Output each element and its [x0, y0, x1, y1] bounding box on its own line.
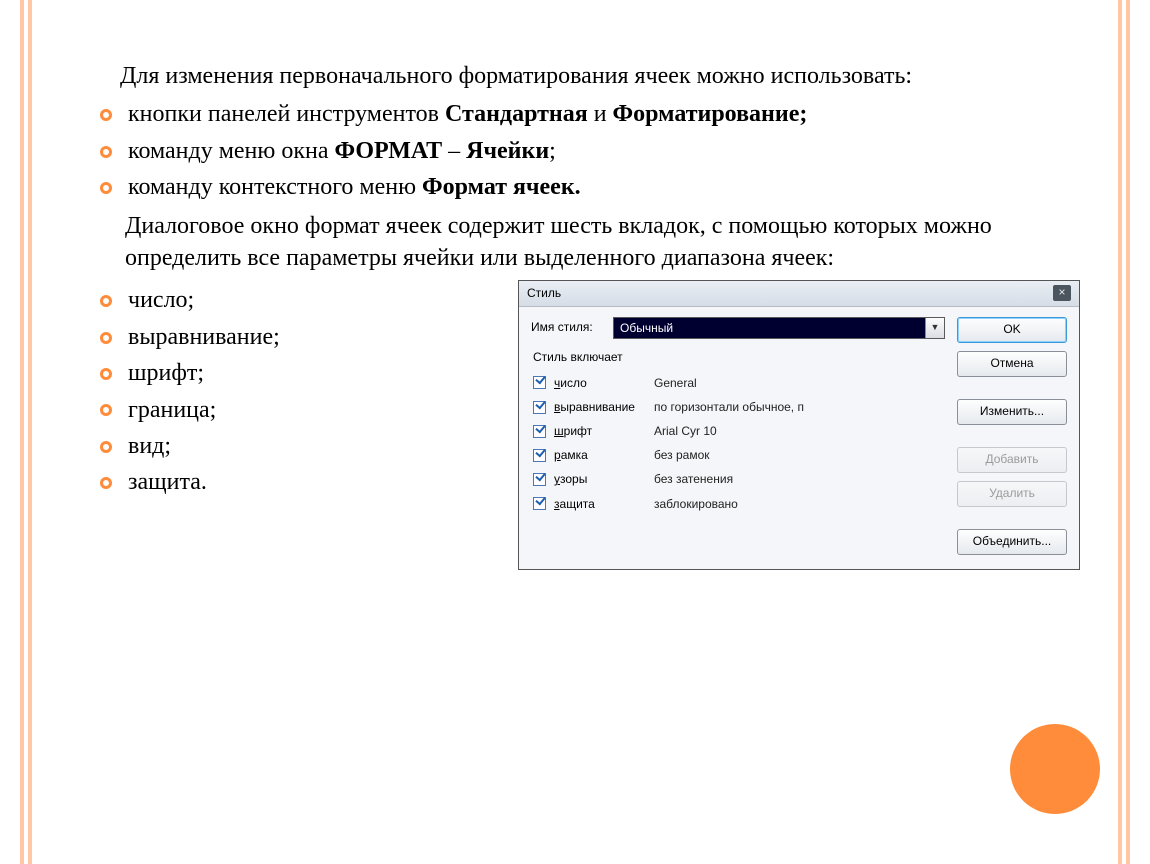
left-bullet-list: число; выравнивание; шрифт; граница; вид… [100, 284, 280, 502]
check-value: без рамок [654, 447, 710, 463]
check-name: рамка [554, 447, 654, 463]
text-bold: Форматирование; [613, 101, 808, 127]
check-name: число [554, 375, 654, 391]
list-item: вид; [100, 430, 280, 462]
check-name: защита [554, 496, 654, 512]
checkbox-icon[interactable] [533, 473, 546, 486]
check-value: General [654, 375, 697, 391]
dialog-title: Стиль [527, 285, 561, 301]
slide-right-decor [1118, 0, 1130, 864]
paragraph-text: Диалоговое окно формат ячеек содержит ше… [125, 210, 1080, 275]
text: и [588, 101, 613, 127]
checkbox-icon[interactable] [533, 449, 546, 462]
top-bullet-1: кнопки панелей инструментов Стандартная … [100, 98, 1080, 130]
check-value: без затенения [654, 471, 733, 487]
add-button: Добавить [957, 447, 1067, 473]
text: команду контекстного меню [128, 174, 422, 200]
slide-content: Для изменения первоначального форматиров… [70, 60, 1080, 570]
ok-button[interactable]: OK [957, 317, 1067, 343]
text: ; [549, 138, 556, 164]
top-bullet-2: команду меню окна ФОРМАТ – Ячейки; [100, 135, 1080, 167]
top-bullet-list: кнопки панелей инструментов Стандартная … [100, 98, 1080, 203]
top-bullet-3: команду контекстного меню Формат ячеек. [100, 171, 1080, 203]
check-name: шрифт [554, 423, 654, 439]
cancel-button[interactable]: Отмена [957, 351, 1067, 377]
merge-button[interactable]: Объединить... [957, 529, 1067, 555]
text: кнопки панелей инструментов [128, 101, 445, 127]
modify-button[interactable]: Изменить... [957, 399, 1067, 425]
text-bold: ФОРМАТ [334, 138, 442, 164]
intro-text: Для изменения первоначального форматиров… [100, 60, 1080, 92]
list-item: число; [100, 284, 280, 316]
check-row: защита заблокировано [531, 492, 945, 516]
style-name-label: Имя стиля: [531, 319, 601, 335]
list-item: выравнивание; [100, 321, 280, 353]
style-includes-label: Стиль включает [533, 349, 945, 365]
checkbox-icon[interactable] [533, 425, 546, 438]
text: команду меню окна [128, 138, 334, 164]
list-item: граница; [100, 394, 280, 426]
text: – [442, 138, 466, 164]
check-row: число General [531, 371, 945, 395]
dialog-titlebar[interactable]: Стиль × [519, 281, 1079, 306]
text-bold: Ячейки [466, 138, 549, 164]
check-name: выравнивание [554, 399, 654, 415]
list-item: защита. [100, 466, 280, 498]
close-icon[interactable]: × [1053, 285, 1071, 301]
list-item: шрифт; [100, 357, 280, 389]
check-value: Arial Cyr 10 [654, 423, 717, 439]
slide-left-decor [20, 0, 32, 864]
style-dialog: Стиль × Имя стиля: Обычный ▼ Стиль включ… [518, 280, 1080, 569]
check-row: выравнивание по горизонтали обычное, п [531, 395, 945, 419]
checkbox-icon[interactable] [533, 497, 546, 510]
chevron-down-icon[interactable]: ▼ [925, 318, 944, 338]
text-bold: Формат ячеек. [422, 174, 581, 200]
delete-button: Удалить [957, 481, 1067, 507]
slide-circle-decor [1010, 724, 1100, 814]
style-name-combo[interactable]: Обычный ▼ [613, 317, 945, 339]
text-bold: Стандартная [445, 101, 588, 127]
check-row: рамка без рамок [531, 443, 945, 467]
check-value: по горизонтали обычное, п [654, 399, 804, 415]
check-row: шрифт Arial Cyr 10 [531, 419, 945, 443]
check-row: узоры без затенения [531, 467, 945, 491]
check-name: узоры [554, 471, 654, 487]
check-value: заблокировано [654, 496, 738, 512]
checkbox-icon[interactable] [533, 401, 546, 414]
checkbox-icon[interactable] [533, 376, 546, 389]
style-name-value: Обычный [614, 318, 925, 338]
